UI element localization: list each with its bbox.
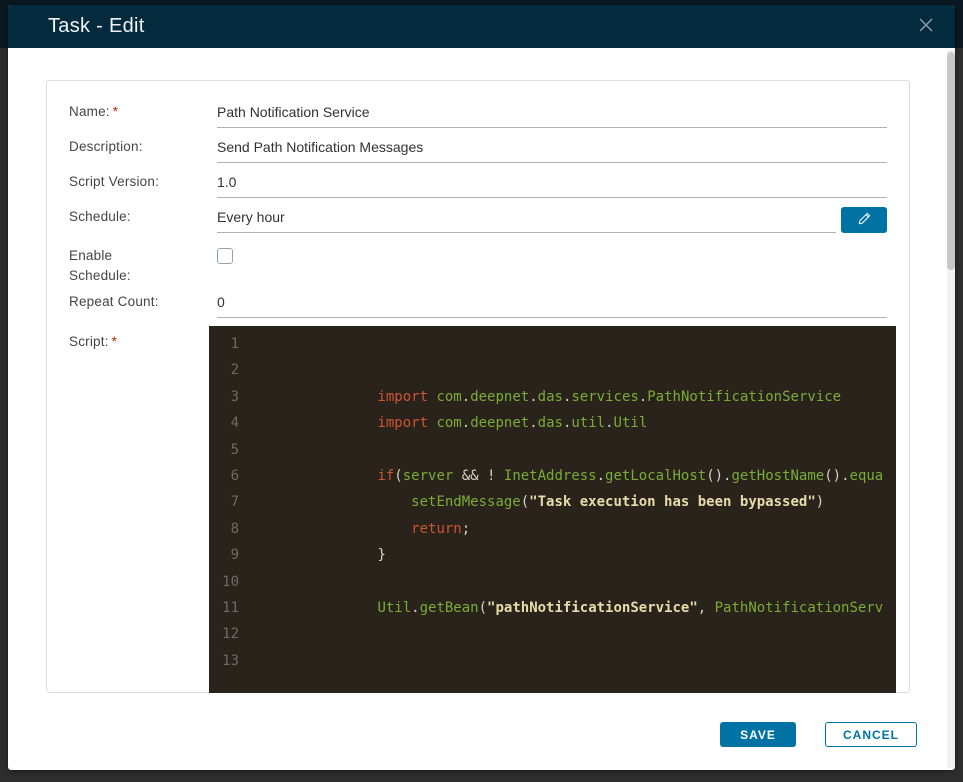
line-number: 1 bbox=[230, 336, 239, 352]
code-line: 4 import com.deepnet.das.util.Util bbox=[209, 410, 896, 436]
code-line: 7 setEndMessage("Task execution has been… bbox=[209, 489, 896, 515]
description-label: Description: bbox=[69, 139, 143, 154]
repeat-count-input[interactable] bbox=[217, 294, 887, 318]
code-line: 1 bbox=[209, 331, 896, 357]
code-editor[interactable]: 123 import com.deepnet.das.services.Path… bbox=[209, 326, 896, 693]
footer-actions: SAVE CANCEL bbox=[720, 722, 917, 747]
line-number: 10 bbox=[222, 573, 239, 590]
description-input[interactable] bbox=[217, 139, 887, 163]
modal-scrollbar-track[interactable] bbox=[947, 50, 955, 768]
code-text: Util.getBean("pathNotificationService", … bbox=[377, 600, 884, 617]
code-line: 12 bbox=[209, 621, 896, 647]
code-text: import com.deepnet.das.services.PathNoti… bbox=[377, 388, 842, 405]
form-row-enable-schedule: Enable Schedule: bbox=[69, 233, 887, 291]
line-number: 8 bbox=[230, 520, 239, 537]
line-number: 3 bbox=[230, 388, 239, 405]
task-edit-modal: Task - Edit Name:* Description: bbox=[8, 5, 955, 770]
form-row-script: Script: * 123 import com.deepnet.das.serv… bbox=[69, 326, 896, 693]
line-number: 12 bbox=[222, 626, 239, 643]
line-number: 2 bbox=[230, 362, 239, 379]
schedule-label: Schedule: bbox=[69, 209, 131, 224]
enable-schedule-label: Enable Schedule: bbox=[69, 248, 131, 283]
code-line: 13 bbox=[209, 648, 896, 674]
code-text: } bbox=[377, 547, 386, 564]
modal-title: Task - Edit bbox=[48, 15, 145, 37]
form-row-schedule: Schedule: bbox=[69, 198, 887, 233]
script-version-label: Script Version: bbox=[69, 174, 160, 189]
line-number: 11 bbox=[222, 600, 239, 617]
modal-header: Task - Edit bbox=[8, 5, 955, 48]
schedule-input[interactable] bbox=[217, 209, 836, 233]
edit-schedule-button[interactable] bbox=[841, 207, 887, 233]
code-text: if(server && ! InetAddress.getLocalHost(… bbox=[377, 468, 884, 485]
code-editor-lines: 123 import com.deepnet.das.services.Path… bbox=[209, 331, 896, 674]
code-line: 8 return; bbox=[209, 516, 896, 542]
enable-schedule-checkbox[interactable] bbox=[217, 248, 233, 264]
form-row-script-version: Script Version: bbox=[69, 163, 887, 198]
line-number: 9 bbox=[230, 547, 239, 564]
line-number: 13 bbox=[222, 652, 239, 669]
required-asterisk: * bbox=[111, 334, 118, 349]
code-text: setEndMessage("Task execution has been b… bbox=[411, 494, 825, 511]
form-row-name: Name: * bbox=[69, 92, 887, 128]
code-text: return; bbox=[411, 520, 471, 537]
code-line: 10 bbox=[209, 569, 896, 595]
line-number: 4 bbox=[230, 415, 239, 432]
code-line: 11 Util.getBean("pathNotificationService… bbox=[209, 595, 896, 621]
code-line: 3 import com.deepnet.das.services.PathNo… bbox=[209, 384, 896, 410]
code-line: 6 if(server && ! InetAddress.getLocalHos… bbox=[209, 463, 896, 489]
required-asterisk: * bbox=[112, 104, 119, 119]
code-line: 5 bbox=[209, 437, 896, 463]
name-input[interactable] bbox=[217, 104, 887, 128]
pencil-icon bbox=[857, 211, 872, 229]
cancel-button[interactable]: CANCEL bbox=[825, 722, 917, 747]
save-button[interactable]: SAVE bbox=[720, 722, 796, 747]
form-row-description: Description: bbox=[69, 128, 887, 163]
form-row-repeat-count: Repeat Count: bbox=[69, 291, 887, 318]
code-text: import com.deepnet.das.util.Util bbox=[377, 415, 648, 432]
repeat-count-label: Repeat Count: bbox=[69, 294, 159, 309]
form-card: Name:* Description: Script Version: bbox=[46, 80, 910, 693]
code-line: 2 bbox=[209, 357, 896, 383]
name-label: Name: * bbox=[69, 104, 119, 119]
script-label: Script: * bbox=[69, 334, 118, 349]
close-icon bbox=[918, 17, 934, 36]
line-number: 6 bbox=[230, 468, 239, 485]
script-version-input[interactable] bbox=[217, 174, 887, 198]
line-number: 7 bbox=[230, 494, 239, 511]
line-number: 5 bbox=[230, 441, 239, 458]
modal-scrollbar-thumb[interactable] bbox=[947, 52, 955, 270]
modal-body: Name:* Description: Script Version: bbox=[8, 48, 955, 770]
code-line: 9 } bbox=[209, 542, 896, 568]
close-button[interactable] bbox=[915, 16, 937, 38]
